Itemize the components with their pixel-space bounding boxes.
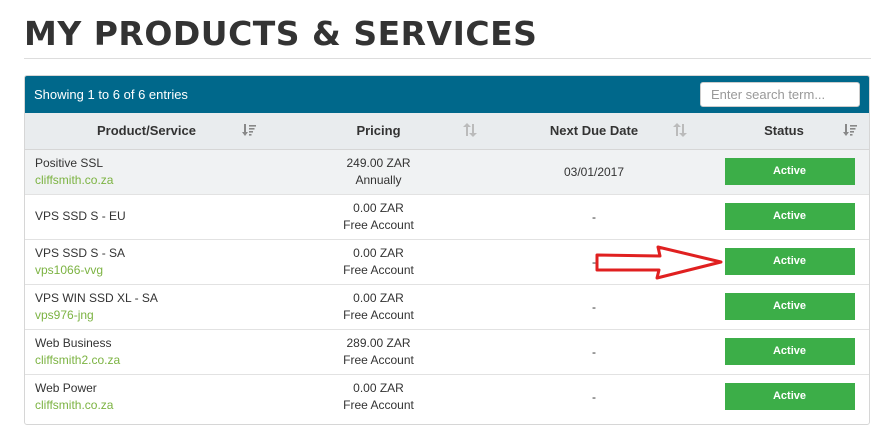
product-name: Positive SSL [35, 155, 104, 170]
status-badge[interactable]: Active [724, 248, 855, 275]
due-date: - [592, 389, 596, 404]
column-header-product[interactable]: Product/Service [25, 113, 268, 150]
due-date: - [592, 209, 596, 224]
table-row[interactable]: Web Power cliffsmith.co.za 0.00 ZAR Free… [25, 373, 869, 419]
pricing-cell: 0.00 ZAR Free Account [268, 193, 489, 239]
status-badge[interactable]: Active [724, 293, 855, 320]
product-name: Web Power [35, 380, 97, 395]
status-cell: Active [699, 238, 869, 284]
due-date-cell: - [489, 283, 699, 329]
panel-header: Showing 1 to 6 of 6 entries [25, 76, 869, 113]
table-row[interactable]: Web Business cliffsmith2.co.za 289.00 ZA… [25, 328, 869, 374]
price-amount: 0.00 ZAR [353, 290, 404, 305]
pricing-cell: 0.00 ZAR Free Account [268, 238, 489, 284]
status-badge[interactable]: Active [724, 383, 855, 411]
status-badge[interactable]: Active [724, 158, 855, 185]
billing-cycle: Free Account [343, 352, 414, 367]
sort-icon[interactable] [673, 123, 687, 137]
pricing-cell: 249.00 ZAR Annually [268, 149, 489, 194]
product-cell: VPS SSD S - EU [25, 193, 268, 239]
product-domain: cliffsmith.co.za [35, 172, 114, 187]
page-title: MY PRODUCTS & SERVICES [24, 14, 538, 53]
pricing-cell: 289.00 ZAR Free Account [268, 328, 489, 374]
table-row[interactable]: VPS SSD S - EU 0.00 ZAR Free Account - A… [25, 193, 869, 239]
table-row[interactable]: VPS SSD S - SA vps1066-vvg 0.00 ZAR Free… [25, 238, 869, 284]
due-date-cell: - [489, 328, 699, 374]
product-domain: vps1066-vvg [35, 262, 104, 277]
product-domain: vps976-jng [35, 307, 94, 322]
title-divider [24, 58, 871, 59]
status-cell: Active [699, 149, 869, 194]
billing-cycle: Free Account [343, 307, 414, 322]
product-cell: Web Business cliffsmith2.co.za [25, 328, 268, 374]
entries-info: Showing 1 to 6 of 6 entries [34, 87, 188, 102]
price-amount: 0.00 ZAR [353, 380, 404, 395]
product-name: VPS SSD S - EU [35, 209, 126, 223]
sort-amount-down-icon[interactable] [843, 123, 857, 137]
billing-cycle: Free Account [343, 262, 414, 277]
product-name: Web Business [35, 335, 112, 350]
product-name: VPS SSD S - SA [35, 245, 126, 260]
table-row[interactable]: VPS WIN SSD XL - SA vps976-jng 0.00 ZAR … [25, 283, 869, 329]
search-input[interactable] [700, 82, 860, 107]
billing-cycle: Annually [355, 172, 402, 187]
status-cell: Active [699, 328, 869, 374]
status-cell: Active [699, 373, 869, 419]
product-domain: cliffsmith2.co.za [35, 352, 121, 367]
product-cell: Positive SSL cliffsmith.co.za [25, 149, 268, 194]
column-header-label: Pricing [356, 123, 401, 139]
due-date-cell: - [489, 373, 699, 419]
pricing-cell: 0.00 ZAR Free Account [268, 283, 489, 329]
product-domain: cliffsmith.co.za [35, 397, 114, 412]
price-amount: 0.00 ZAR [353, 200, 404, 215]
price-amount: 289.00 ZAR [346, 335, 411, 350]
due-date-cell: 03/01/2017 [489, 149, 699, 194]
price-amount: 249.00 ZAR [346, 155, 411, 170]
billing-cycle: Free Account [343, 217, 414, 232]
column-header-label: Status [764, 123, 804, 139]
due-date: 03/01/2017 [563, 164, 625, 179]
status-cell: Active [699, 193, 869, 239]
products-table: Product/Service Pricing Next Due Date St… [25, 113, 869, 419]
table-row[interactable]: Positive SSL cliffsmith.co.za 249.00 ZAR… [25, 149, 869, 194]
red-arrow-icon [595, 245, 723, 280]
column-header-status[interactable]: Status [699, 113, 869, 150]
due-date: - [592, 344, 596, 359]
pricing-cell: 0.00 ZAR Free Account [268, 373, 489, 419]
product-cell: VPS WIN SSD XL - SA vps976-jng [25, 283, 268, 329]
column-header-due-date[interactable]: Next Due Date [489, 113, 699, 150]
products-table-panel: Showing 1 to 6 of 6 entries Product/Serv… [24, 75, 870, 425]
sort-icon[interactable] [463, 123, 477, 137]
column-header-label: Product/Service [97, 123, 196, 139]
sort-amount-down-icon[interactable] [242, 123, 256, 137]
column-header-pricing[interactable]: Pricing [268, 113, 489, 150]
due-date: - [592, 299, 596, 314]
product-name: VPS WIN SSD XL - SA [35, 290, 158, 305]
status-badge[interactable]: Active [724, 338, 855, 365]
product-cell: VPS SSD S - SA vps1066-vvg [25, 238, 268, 284]
status-cell: Active [699, 283, 869, 329]
price-amount: 0.00 ZAR [353, 245, 404, 260]
billing-cycle: Free Account [343, 397, 414, 412]
status-badge[interactable]: Active [724, 203, 855, 230]
due-date-cell: - [489, 193, 699, 239]
product-cell: Web Power cliffsmith.co.za [25, 373, 268, 419]
column-header-label: Next Due Date [549, 123, 639, 139]
